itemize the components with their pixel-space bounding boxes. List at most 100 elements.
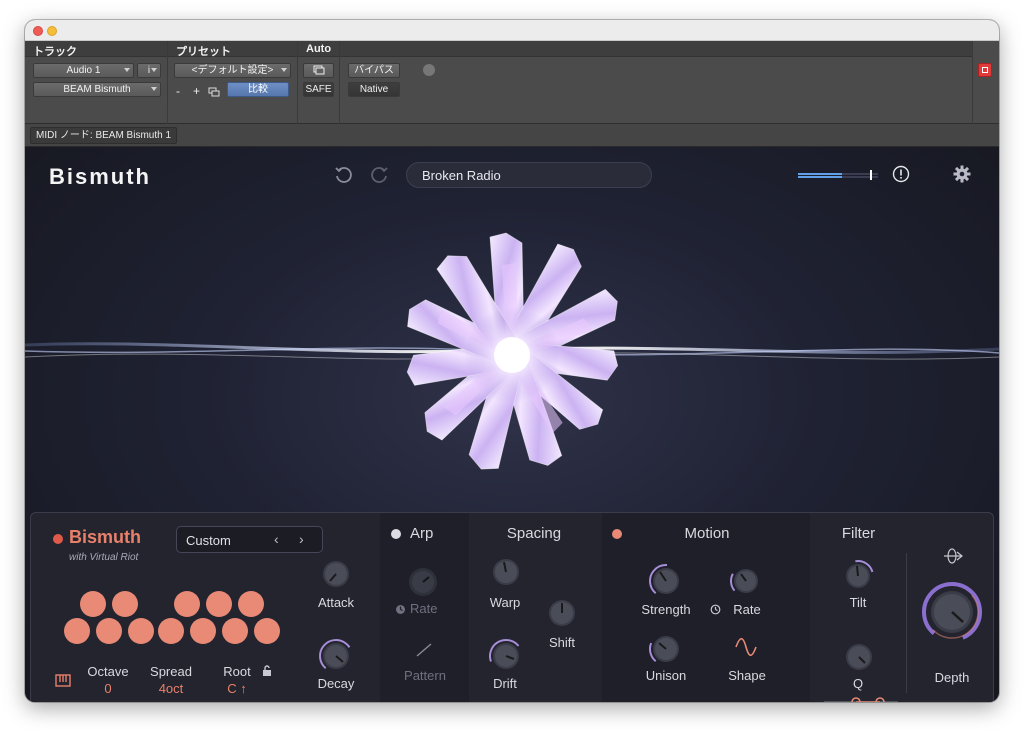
spread-value[interactable]: 4oct	[146, 681, 196, 696]
preset-section: プリセット <デフォルト設定> - + 比較	[168, 41, 435, 124]
pitch-dot[interactable]	[174, 591, 200, 617]
close-window-button[interactable]	[33, 26, 43, 36]
octave-label: Octave	[87, 664, 129, 679]
info-button-label: i	[147, 65, 151, 76]
filter-divider	[906, 553, 907, 693]
pitch-dot[interactable]	[206, 591, 232, 617]
pitch-dot[interactable]	[238, 591, 264, 617]
unison-knob[interactable]	[647, 630, 685, 668]
preset-browser[interactable]: Broken Radio	[406, 162, 652, 188]
attack-label: Attack	[317, 595, 355, 610]
pitch-dot[interactable]	[96, 618, 122, 644]
info-button[interactable]: i	[137, 63, 161, 78]
clock-icon[interactable]	[710, 604, 721, 615]
tilt-knob[interactable]	[840, 558, 876, 594]
pattern-label: Pattern	[404, 668, 446, 683]
shift-knob[interactable]	[547, 598, 577, 628]
native-button[interactable]: Native	[348, 82, 400, 97]
route-icon[interactable]	[942, 547, 964, 565]
motion-power-toggle[interactable]	[612, 529, 622, 539]
sine-wave-icon[interactable]	[734, 637, 758, 657]
minimize-window-button[interactable]	[47, 26, 57, 36]
redo-icon[interactable]	[370, 165, 390, 185]
brand-logo: Bismuth	[49, 164, 151, 189]
bypass-section: バイパス Native	[340, 41, 973, 124]
pitch-dot[interactable]	[254, 618, 280, 644]
shape-label: Shape	[728, 668, 766, 683]
automation-button[interactable]	[303, 63, 334, 78]
engine-name: Bismuth	[69, 527, 141, 547]
clock-icon[interactable]	[395, 604, 406, 615]
pitch-dot[interactable]	[222, 618, 248, 644]
drift-label: Drift	[493, 676, 517, 691]
plus-button[interactable]: +	[193, 84, 200, 98]
undo-icon[interactable]	[333, 165, 353, 185]
preset-header: プリセット	[168, 41, 435, 76]
chevron-down-icon	[151, 87, 157, 91]
q-label: Q	[852, 676, 864, 691]
engine-power-toggle[interactable]	[53, 534, 63, 544]
spread-label: Spread	[150, 664, 192, 679]
tilt-label: Tilt	[849, 595, 867, 610]
plugin-select[interactable]: BEAM Bismuth	[33, 82, 161, 97]
alert-icon[interactable]	[892, 165, 910, 183]
copy-icon[interactable]	[208, 84, 220, 97]
title-bar	[25, 20, 999, 41]
track-select-label: Audio 1	[66, 65, 101, 76]
track-select[interactable]: Audio 1	[33, 63, 134, 78]
decay-label: Decay	[317, 676, 355, 691]
arp-power-toggle[interactable]	[391, 529, 401, 539]
preset-name: Broken Radio	[422, 168, 501, 183]
pitch-dot[interactable]	[112, 591, 138, 617]
attack-knob[interactable]	[321, 559, 351, 589]
mode-select[interactable]: Custom ‹ ›	[176, 526, 323, 553]
bypass-button[interactable]: バイパス	[348, 63, 400, 78]
motion-section: Motion Strength Rate Unison Shape	[602, 513, 810, 702]
lock-icon[interactable]	[262, 665, 272, 676]
arp-title: Arp	[410, 525, 434, 542]
depth-label: Depth	[934, 670, 970, 685]
crystal-visualizer	[25, 232, 999, 470]
arp-rate-label: Rate	[410, 601, 438, 616]
midi-node-row: MIDI ノード: BEAM Bismuth 1	[25, 124, 999, 147]
pitch-dot[interactable]	[158, 618, 184, 644]
filter-range-slider[interactable]	[822, 696, 900, 702]
spacing-section: Spacing Warp Shift Drift	[469, 513, 602, 702]
mode-value: Custom	[186, 533, 231, 548]
preset-select[interactable]: <デフォルト設定>	[174, 63, 291, 78]
minus-button[interactable]: -	[176, 84, 180, 98]
midi-node-tab[interactable]: MIDI ノード: BEAM Bismuth 1	[30, 127, 178, 144]
track-header: トラック	[25, 41, 167, 58]
record-icon[interactable]	[978, 63, 992, 77]
depth-knob[interactable]	[921, 581, 983, 643]
warp-knob[interactable]	[491, 557, 521, 587]
compare-button[interactable]: 比較	[227, 82, 289, 97]
arp-rate-knob[interactable]	[406, 565, 440, 599]
chevron-left-icon[interactable]: ‹	[274, 531, 279, 547]
root-label: Root	[223, 664, 251, 679]
decay-knob[interactable]	[317, 637, 355, 675]
output-meter[interactable]	[798, 170, 886, 180]
keyboard-icon[interactable]	[55, 674, 71, 687]
root-value[interactable]: C ↑	[217, 681, 257, 696]
motion-rate-knob[interactable]	[728, 563, 764, 599]
safe-button[interactable]: SAFE	[303, 82, 334, 97]
pitch-dot[interactable]	[64, 618, 90, 644]
pitch-dot[interactable]	[128, 618, 154, 644]
shift-label: Shift	[548, 635, 575, 650]
strength-knob[interactable]	[647, 562, 685, 600]
q-knob[interactable]	[844, 642, 874, 672]
drift-knob[interactable]	[487, 637, 525, 675]
pattern-icon[interactable]	[414, 640, 434, 660]
octave-value[interactable]: 0	[85, 681, 131, 696]
pitch-dot[interactable]	[80, 591, 106, 617]
motion-rate-label: Rate	[733, 602, 761, 617]
pitch-dot[interactable]	[190, 618, 216, 644]
auto-header: Auto	[298, 41, 339, 57]
chevron-down-icon	[281, 68, 287, 72]
chevron-right-icon[interactable]: ›	[299, 531, 304, 547]
gear-icon[interactable]	[952, 164, 972, 184]
engine-subtitle: with Virtual Riot	[69, 552, 139, 563]
spacing-title: Spacing	[506, 525, 562, 542]
plugin-ui: Bismuth Broken Radio Bismuth with Virtua…	[25, 147, 999, 702]
